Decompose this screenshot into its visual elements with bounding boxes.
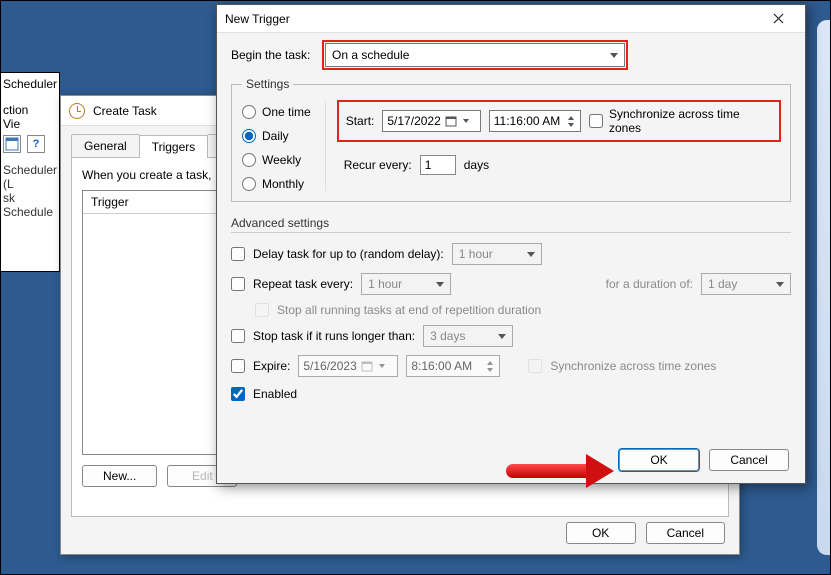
enabled-label: Enabled	[253, 387, 297, 401]
expire-checkbox[interactable]	[231, 359, 245, 373]
advanced-heading: Advanced settings	[231, 216, 791, 230]
expire-sync-checkbox	[528, 359, 542, 373]
tree-item[interactable]: Scheduler (L	[3, 163, 57, 191]
calendar-icon	[445, 115, 457, 127]
settings-group: Settings One time Daily Weekly Monthly	[231, 77, 791, 202]
tab-triggers[interactable]: Triggers	[139, 135, 209, 158]
duration-dropdown: 1 day	[701, 273, 791, 295]
start-time-value: 11:16:00 AM	[494, 114, 561, 128]
expire-date-picker: 5/16/2023	[298, 355, 398, 377]
clock-icon	[69, 103, 85, 119]
repeat-label: Repeat task every:	[253, 277, 353, 291]
start-date-value: 5/17/2022	[387, 114, 440, 128]
app-title: Scheduler	[3, 77, 57, 91]
toolbar-icon[interactable]	[3, 135, 21, 153]
stop-if-checkbox[interactable]	[231, 329, 245, 343]
expire-time-picker: 8:16:00 AM	[406, 355, 500, 377]
start-date-picker[interactable]: 5/17/2022	[382, 110, 480, 132]
ok-button[interactable]: OK	[619, 449, 699, 471]
close-button[interactable]	[759, 8, 797, 30]
delay-dropdown: 1 hour	[452, 243, 542, 265]
expire-label: Expire:	[253, 359, 290, 373]
start-time-picker[interactable]: 11:16:00 AM	[489, 110, 582, 132]
create-task-ok-button[interactable]: OK	[566, 522, 636, 544]
menu-action[interactable]: ction	[3, 103, 28, 117]
recur-label: Recur every:	[344, 158, 412, 172]
begin-task-label: Begin the task:	[231, 48, 317, 62]
expire-sync-label: Synchronize across time zones	[550, 359, 716, 373]
recur-input[interactable]	[420, 155, 456, 175]
delay-checkbox[interactable]	[231, 247, 245, 261]
duration-label: for a duration of:	[606, 277, 693, 291]
desktop-edge	[817, 20, 831, 555]
chevron-down-icon	[463, 119, 469, 123]
tab-general[interactable]: General	[71, 134, 140, 157]
sync-timezones-checkbox[interactable]: Synchronize across time zones	[589, 107, 772, 135]
new-button[interactable]: New...	[82, 465, 157, 487]
radio-daily[interactable]: Daily	[242, 129, 311, 143]
app-menu: ction Vie	[3, 103, 57, 131]
chevron-down-icon	[610, 53, 618, 58]
stop-all-label: Stop all running tasks at end of repetit…	[277, 303, 541, 317]
repeat-dropdown: 1 hour	[361, 273, 451, 295]
radio-one-time[interactable]: One time	[242, 105, 311, 119]
dialog-title: New Trigger	[225, 12, 290, 26]
divider	[231, 232, 791, 233]
settings-legend: Settings	[242, 77, 293, 91]
begin-task-value: On a schedule	[332, 48, 409, 62]
stop-if-label: Stop task if it runs longer than:	[253, 329, 415, 343]
delay-label: Delay task for up to (random delay):	[253, 247, 444, 261]
recur-unit: days	[464, 158, 489, 172]
enabled-checkbox[interactable]	[231, 387, 245, 401]
task-scheduler-window: Scheduler ction Vie ? Scheduler (L sk Sc…	[0, 72, 60, 272]
create-task-cancel-button[interactable]: Cancel	[646, 522, 725, 544]
radio-weekly[interactable]: Weekly	[242, 153, 311, 167]
radio-monthly[interactable]: Monthly	[242, 177, 311, 191]
start-label: Start:	[346, 114, 375, 128]
begin-task-dropdown[interactable]: On a schedule	[325, 43, 625, 67]
window-title: Create Task	[93, 104, 157, 118]
cancel-button[interactable]: Cancel	[709, 449, 789, 471]
menu-view[interactable]: Vie	[3, 117, 20, 131]
new-trigger-dialog: New Trigger Begin the task: On a schedul…	[216, 4, 806, 484]
stop-if-dropdown: 3 days	[423, 325, 513, 347]
time-spinner[interactable]	[566, 114, 576, 128]
help-icon[interactable]: ?	[27, 135, 45, 153]
tree-item[interactable]: sk Schedule	[3, 191, 57, 219]
annotation-arrow	[506, 454, 614, 488]
repeat-checkbox[interactable]	[231, 277, 245, 291]
stop-all-checkbox	[255, 303, 269, 317]
